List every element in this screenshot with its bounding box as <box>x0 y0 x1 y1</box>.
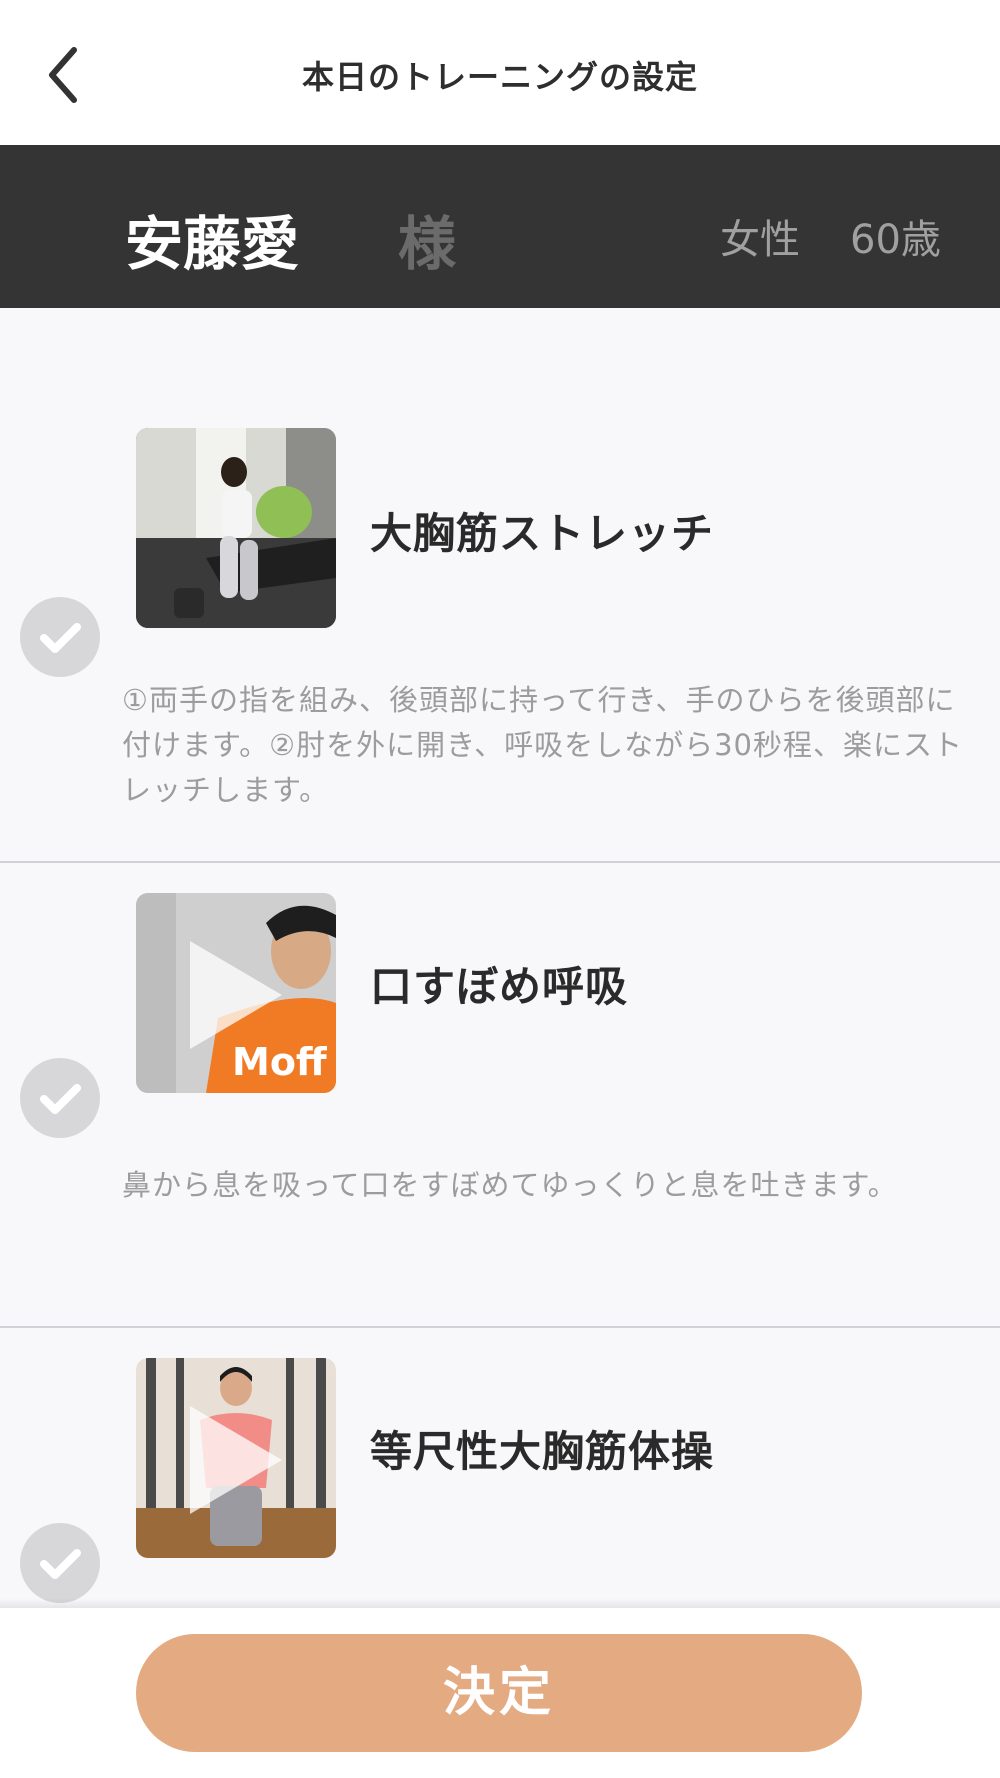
check-toggle[interactable] <box>20 1058 100 1138</box>
play-icon <box>190 941 282 1049</box>
exercise-description: 鼻から息を吸って口をすぼめてゆっくりと息を吐きます。 <box>122 1168 898 1202</box>
checkmark-icon <box>40 1549 81 1579</box>
exercise-list[interactable]: 大胸筋ストレッチ ①両手の指を組み、後頭部に持って行き、手のひらを後頭部に付けま… <box>0 308 1000 1608</box>
check-toggle[interactable] <box>20 1523 100 1603</box>
play-icon <box>190 1406 282 1514</box>
user-header: 安藤愛 様 女性 60歳 <box>0 145 1000 308</box>
exercise-item: 等尺性大胸筋体操 <box>0 1328 1000 1608</box>
exercise-title: 口すぼめ呼吸 <box>370 962 629 1011</box>
exercise-title: 大胸筋ストレッチ <box>370 509 715 558</box>
user-age: 60歳 <box>850 217 941 263</box>
exercise-thumbnail[interactable]: Moff <box>136 893 336 1093</box>
woman-stretching-thumbnail <box>136 428 336 628</box>
page-title: 本日のトレーニングの設定 <box>301 58 698 96</box>
top-nav: 本日のトレーニングの設定 <box>0 0 1000 145</box>
exercise-title: 等尺性大胸筋体操 <box>370 1427 715 1476</box>
exercise-item: 大胸筋ストレッチ ①両手の指を組み、後頭部に持って行き、手のひらを後頭部に付けま… <box>0 308 1000 861</box>
exercise-thumbnail[interactable] <box>136 428 336 628</box>
footer-shadow <box>0 1598 1000 1608</box>
exercise-item: Moff 口すぼめ呼吸 鼻から息を吸って口をすぼめてゆっくりと息を吐きます。 <box>0 863 1000 1326</box>
exercise-description: ①両手の指を組み、後頭部に持って行き、手のひらを後頭部に付けます。②肘を外に開き… <box>122 683 963 807</box>
checkmark-icon <box>40 623 81 653</box>
exercise-thumbnail[interactable] <box>136 1358 336 1558</box>
user-honorific: 様 <box>398 210 457 278</box>
user-gender: 女性 <box>720 217 800 263</box>
checkmark-icon <box>40 1084 81 1114</box>
footer: 決定 <box>0 1598 1000 1778</box>
check-toggle[interactable] <box>20 597 100 677</box>
user-name: 安藤愛 <box>125 210 300 278</box>
confirm-button[interactable]: 決定 <box>136 1634 862 1752</box>
